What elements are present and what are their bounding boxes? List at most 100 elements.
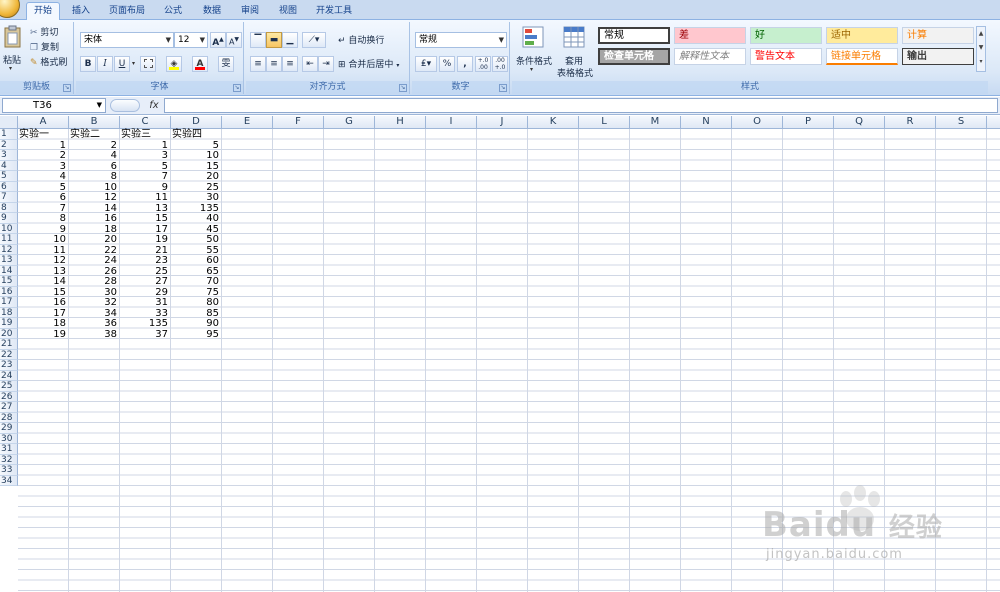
data-cell[interactable]: 5 — [18, 182, 69, 193]
data-cell[interactable]: 50 — [171, 234, 222, 245]
column-header-i[interactable]: I — [426, 116, 477, 129]
format-as-table-button[interactable]: 套用 表格格式 — [554, 26, 594, 79]
data-cell[interactable]: 12 — [18, 255, 69, 266]
data-cell[interactable]: 28 — [69, 276, 120, 287]
align-right-button[interactable]: ≡ — [282, 56, 298, 72]
row-header-32[interactable]: 32 — [0, 454, 18, 465]
column-header-n[interactable]: N — [681, 116, 732, 129]
row-header-14[interactable]: 14 — [0, 265, 18, 276]
column-header-p[interactable]: P — [783, 116, 834, 129]
data-cell[interactable]: 9 — [120, 182, 171, 193]
data-cell[interactable]: 10 — [18, 234, 69, 245]
row-header-24[interactable]: 24 — [0, 370, 18, 381]
scroll-up-icon[interactable]: ▲ — [977, 27, 985, 41]
header-cell[interactable]: 实验四 — [171, 129, 222, 140]
data-cell[interactable]: 16 — [69, 213, 120, 224]
cut-button[interactable]: ✂ 剪切 — [30, 26, 58, 40]
data-cell[interactable]: 11 — [18, 245, 69, 256]
data-cell[interactable]: 10 — [171, 150, 222, 161]
dialog-launcher-icon[interactable]: ↘ — [499, 84, 507, 92]
tab-home[interactable]: 开始 — [26, 2, 60, 21]
column-header-d[interactable]: D — [171, 116, 222, 129]
data-cell[interactable]: 60 — [171, 255, 222, 266]
cell-style-1[interactable]: 差 — [674, 27, 746, 44]
data-cell[interactable]: 40 — [171, 213, 222, 224]
grow-font-button[interactable]: A▲ — [210, 32, 226, 48]
data-cell[interactable]: 25 — [120, 266, 171, 277]
align-bottom-button[interactable]: ▁ — [282, 32, 298, 48]
row-header-8[interactable]: 8 — [0, 202, 18, 213]
row-header-3[interactable]: 3 — [0, 150, 18, 161]
shrink-font-button[interactable]: A▼ — [226, 32, 242, 48]
row-header-22[interactable]: 22 — [0, 349, 18, 360]
borders-button[interactable] — [140, 56, 156, 72]
data-cell[interactable]: 34 — [69, 308, 120, 319]
column-header-q[interactable]: Q — [834, 116, 885, 129]
dialog-launcher-icon[interactable]: ↘ — [63, 84, 71, 92]
cell-style-7[interactable]: 警告文本 — [750, 48, 822, 65]
column-header-k[interactable]: K — [528, 116, 579, 129]
data-cell[interactable]: 23 — [120, 255, 171, 266]
tab-developer[interactable]: 开发工具 — [311, 3, 357, 20]
cell-style-4[interactable]: 计算 — [902, 27, 974, 44]
data-cell[interactable]: 10 — [69, 182, 120, 193]
decrease-decimal-button[interactable]: .00 +.0 — [492, 56, 508, 72]
column-header-o[interactable]: O — [732, 116, 783, 129]
data-cell[interactable]: 2 — [18, 150, 69, 161]
data-cell[interactable]: 18 — [69, 224, 120, 235]
row-header-4[interactable]: 4 — [0, 160, 18, 171]
header-cell[interactable]: 实验二 — [69, 129, 120, 140]
tab-review[interactable]: 审阅 — [235, 3, 265, 20]
data-cell[interactable]: 33 — [120, 308, 171, 319]
align-left-button[interactable]: ≡ — [250, 56, 266, 72]
column-header-j[interactable]: J — [477, 116, 528, 129]
column-header-h[interactable]: H — [375, 116, 426, 129]
tab-page-layout[interactable]: 页面布局 — [104, 3, 150, 20]
row-header-16[interactable]: 16 — [0, 286, 18, 297]
column-header-e[interactable]: E — [222, 116, 273, 129]
data-cell[interactable]: 135 — [120, 318, 171, 329]
cell-style-2[interactable]: 好 — [750, 27, 822, 44]
data-cell[interactable]: 1 — [18, 140, 69, 151]
tab-formulas[interactable]: 公式 — [158, 3, 188, 20]
column-header-l[interactable]: L — [579, 116, 630, 129]
data-cell[interactable]: 85 — [171, 308, 222, 319]
row-header-30[interactable]: 30 — [0, 433, 18, 444]
tab-view[interactable]: 视图 — [273, 3, 303, 20]
data-cell[interactable]: 4 — [18, 171, 69, 182]
data-cell[interactable]: 31 — [120, 297, 171, 308]
row-header-5[interactable]: 5 — [0, 171, 18, 182]
tab-insert[interactable]: 插入 — [66, 3, 96, 20]
column-header-m[interactable]: M — [630, 116, 681, 129]
data-cell[interactable]: 70 — [171, 276, 222, 287]
row-header-2[interactable]: 2 — [0, 139, 18, 150]
data-cell[interactable]: 95 — [171, 329, 222, 340]
data-cell[interactable]: 30 — [69, 287, 120, 298]
dialog-launcher-icon[interactable]: ↘ — [399, 84, 407, 92]
orientation-button[interactable]: ⟋▾ — [302, 32, 326, 48]
format-painter-button[interactable]: ✎ 格式刷 — [30, 56, 67, 70]
fill-color-button[interactable]: ◈ — [166, 56, 182, 72]
data-cell[interactable]: 27 — [120, 276, 171, 287]
data-cell[interactable]: 90 — [171, 318, 222, 329]
dialog-launcher-icon[interactable]: ↘ — [233, 84, 241, 92]
data-cell[interactable]: 45 — [171, 224, 222, 235]
data-cell[interactable]: 12 — [69, 192, 120, 203]
data-cell[interactable]: 37 — [120, 329, 171, 340]
row-header-20[interactable]: 20 — [0, 328, 18, 339]
row-header-19[interactable]: 19 — [0, 318, 18, 329]
data-cell[interactable]: 8 — [69, 171, 120, 182]
bold-button[interactable]: B — [80, 56, 96, 72]
data-cell[interactable]: 135 — [171, 203, 222, 214]
data-cell[interactable]: 21 — [120, 245, 171, 256]
row-header-31[interactable]: 31 — [0, 444, 18, 455]
copy-button[interactable]: ❐ 复制 — [30, 41, 59, 55]
row-header-13[interactable]: 13 — [0, 255, 18, 266]
row-header-12[interactable]: 12 — [0, 244, 18, 255]
data-cell[interactable]: 3 — [120, 150, 171, 161]
data-cell[interactable]: 26 — [69, 266, 120, 277]
row-header-7[interactable]: 7 — [0, 192, 18, 203]
data-cell[interactable]: 14 — [18, 276, 69, 287]
column-header-c[interactable]: C — [120, 116, 171, 129]
align-middle-button[interactable]: ▬ — [266, 32, 282, 48]
